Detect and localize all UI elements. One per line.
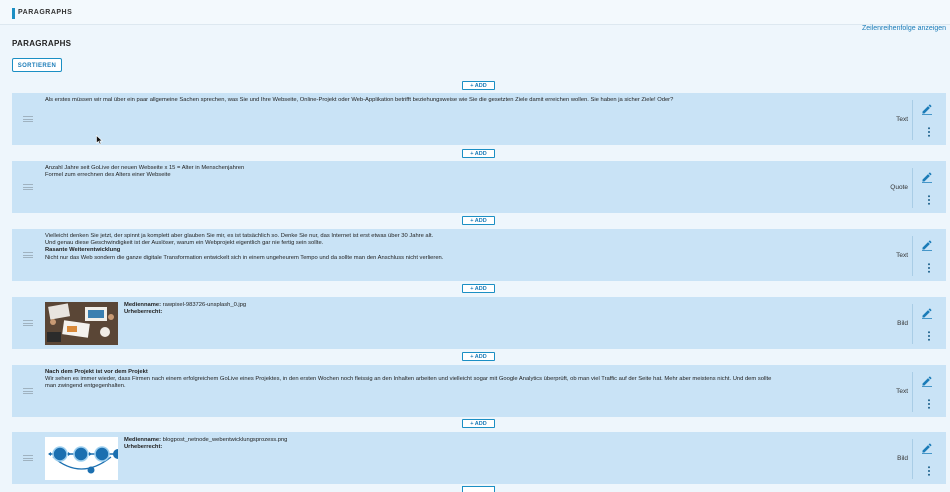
paragraph-type-label: Bild (897, 455, 908, 462)
sort-button[interactable]: SORTIEREN (12, 58, 62, 72)
paragraph-type-label: Quote (890, 184, 908, 191)
paragraph-text: Als erstes müssen wir mal über ein paar … (45, 97, 674, 103)
paragraph-type-label: Text (896, 116, 908, 123)
paragraph-row: Nach dem Projekt ist vor dem Projekt Wir… (12, 365, 946, 417)
mouse-cursor-icon (96, 135, 103, 145)
paragraph-type-label: Text (896, 252, 908, 259)
drag-handle-icon[interactable] (23, 455, 33, 461)
drag-handle-icon[interactable] (23, 320, 33, 326)
add-paragraph-button[interactable]: + ADD (462, 419, 495, 428)
paragraph-row: Vielleicht denken Sie jetzt, der spinnt … (12, 229, 946, 281)
add-paragraph-button[interactable]: + ADD (462, 284, 495, 293)
pencil-icon[interactable] (921, 442, 933, 454)
more-vert-icon[interactable] (927, 263, 931, 273)
divider (912, 236, 913, 276)
pencil-icon[interactable] (921, 239, 933, 251)
media-name: blogpost_netnode_webentwicklungsprozess.… (162, 437, 288, 443)
pencil-icon[interactable] (921, 307, 933, 319)
paragraph-row: Anzahl Jahre seit GoLive der neuen Webse… (12, 161, 946, 213)
pencil-icon[interactable] (921, 103, 933, 115)
add-paragraph-button[interactable] (462, 486, 495, 492)
divider (912, 372, 913, 412)
page-title: PARAGRAPHS (18, 9, 73, 16)
more-vert-icon[interactable] (927, 399, 931, 409)
media-meta: Medienname: rawpixel-983726-unsplash_0.j… (124, 302, 247, 316)
title-accent-bar (12, 8, 15, 19)
paragraph-row: Medienname: blogpost_netnode_webentwickl… (12, 432, 946, 484)
more-vert-icon[interactable] (927, 466, 931, 476)
more-vert-icon[interactable] (927, 331, 931, 341)
drag-handle-icon[interactable] (23, 252, 33, 258)
divider (912, 439, 913, 479)
top-bar: PARAGRAPHS (0, 0, 950, 25)
add-paragraph-button[interactable]: + ADD (462, 352, 495, 361)
pencil-icon[interactable] (921, 375, 933, 387)
divider (912, 100, 913, 140)
media-thumbnail (45, 437, 118, 480)
paragraph-text: Anzahl Jahre seit GoLive der neuen Webse… (45, 165, 245, 179)
media-thumbnail (45, 302, 118, 345)
add-paragraph-button[interactable]: + ADD (462, 149, 495, 158)
drag-handle-icon[interactable] (23, 116, 33, 122)
section-heading: PARAGRAPHS (12, 39, 72, 48)
more-vert-icon[interactable] (927, 127, 931, 137)
paragraph-text: Nach dem Projekt ist vor dem Projekt Wir… (45, 369, 772, 390)
pencil-icon[interactable] (921, 171, 933, 183)
add-paragraph-button[interactable]: + ADD (462, 81, 495, 90)
more-vert-icon[interactable] (927, 195, 931, 205)
paragraph-row: Als erstes müssen wir mal über ein paar … (12, 93, 946, 145)
paragraph-type-label: Text (896, 388, 908, 395)
media-meta: Medienname: blogpost_netnode_webentwickl… (124, 437, 288, 451)
paragraph-type-label: Bild (897, 320, 908, 327)
paragraph-text: Vielleicht denken Sie jetzt, der spinnt … (45, 233, 444, 261)
divider (912, 168, 913, 208)
drag-handle-icon[interactable] (23, 184, 33, 190)
paragraph-row: Medienname: rawpixel-983726-unsplash_0.j… (12, 297, 946, 349)
media-name: rawpixel-983726-unsplash_0.jpg (162, 302, 247, 308)
drag-handle-icon[interactable] (23, 388, 33, 394)
add-paragraph-button[interactable]: + ADD (462, 216, 495, 225)
show-row-order-link[interactable]: Zeilenreihenfolge anzeigen (862, 25, 946, 32)
divider (912, 304, 913, 344)
